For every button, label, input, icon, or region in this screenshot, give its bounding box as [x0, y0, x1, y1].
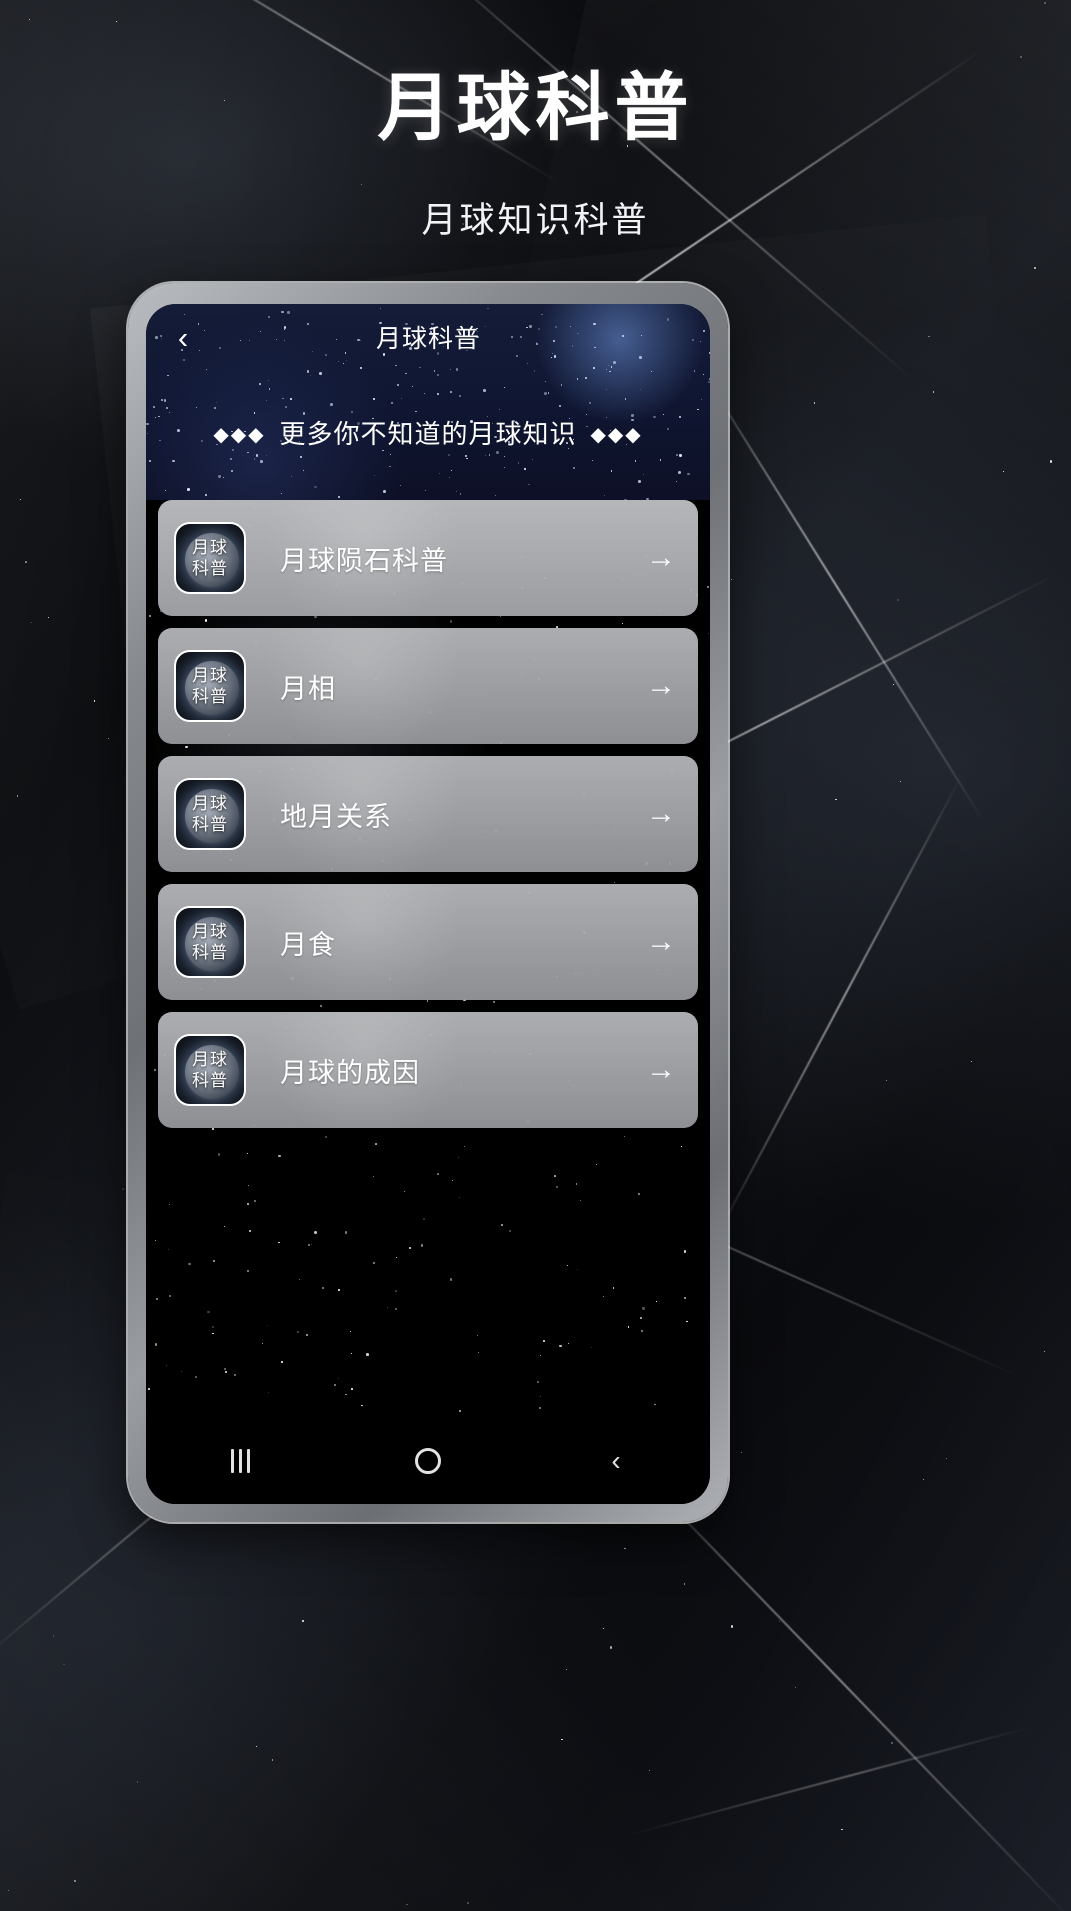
list-item-label: 月相	[280, 673, 336, 704]
back-icon[interactable]: ‹	[166, 320, 200, 354]
badge-line-1: 月球	[192, 922, 228, 941]
list-item-label: 地月关系	[280, 801, 392, 832]
phone-mockup: ‹ 月球科普 ◆◆◆ 更多你不知道的月球知识 ◆◆◆ 月球 科普 月球陨石科普 …	[128, 283, 728, 1522]
system-back-button[interactable]: ‹	[578, 1435, 654, 1487]
recents-button[interactable]	[202, 1435, 278, 1487]
badge-line-1: 月球	[192, 1050, 228, 1069]
topic-list: 月球 科普 月球陨石科普 → 月球 科普 月相 → 月球 科普 地月关系 → 月…	[146, 500, 710, 1128]
moon-badge-icon: 月球 科普	[174, 906, 246, 978]
moon-badge-icon: 月球 科普	[174, 778, 246, 850]
arrow-right-icon: →	[646, 925, 676, 958]
page-title: 月球科普	[377, 66, 694, 149]
app-body: 月球 科普 月球陨石科普 → 月球 科普 月相 → 月球 科普 地月关系 → 月…	[146, 500, 710, 1504]
badge-line-2: 科普	[192, 559, 228, 578]
diamond-icon-left: ◆◆◆	[213, 424, 266, 446]
phone-screen: ‹ 月球科普 ◆◆◆ 更多你不知道的月球知识 ◆◆◆ 月球 科普 月球陨石科普 …	[146, 304, 710, 1504]
android-navigation-bar: ‹	[146, 1418, 710, 1504]
app-hero: ‹ 月球科普 ◆◆◆ 更多你不知道的月球知识 ◆◆◆	[146, 304, 710, 500]
badge-line-2: 科普	[192, 1071, 228, 1090]
badge-line-2: 科普	[192, 815, 228, 834]
list-item[interactable]: 月球 科普 月相 →	[158, 628, 698, 744]
list-item-label: 月球陨石科普	[280, 545, 448, 576]
list-item[interactable]: 月球 科普 月球陨石科普 →	[158, 500, 698, 616]
recents-icon	[230, 1449, 250, 1473]
list-item-label: 月食	[280, 929, 336, 960]
list-item-label: 月球的成因	[280, 1057, 420, 1088]
arrow-right-icon: →	[646, 1053, 676, 1086]
home-button[interactable]	[390, 1435, 466, 1487]
arrow-right-icon: →	[646, 541, 676, 574]
home-icon	[415, 1448, 441, 1474]
diamond-icon-right: ◆◆◆	[590, 424, 643, 446]
light-streak	[626, 1725, 1034, 1836]
page-subtitle: 月球知识科普	[421, 201, 650, 240]
list-item[interactable]: 月球 科普 地月关系 →	[158, 756, 698, 872]
poster-background: 月球科普 月球知识科普 ‹ 月球科普 ◆◆◆ 更多你不知道的月球知识 ◆◆◆ 月…	[0, 0, 1071, 1911]
badge-line-1: 月球	[192, 794, 228, 813]
list-item[interactable]: 月球 科普 月食 →	[158, 884, 698, 1000]
moon-badge-icon: 月球 科普	[174, 1034, 246, 1106]
moon-badge-icon: 月球 科普	[174, 522, 246, 594]
app-header: ‹ 月球科普	[146, 304, 710, 370]
back-chevron-icon: ‹	[611, 1445, 621, 1476]
app-title: 月球科普	[375, 325, 480, 353]
badge-line-1: 月球	[192, 538, 228, 557]
list-item[interactable]: 月球 科普 月球的成因 →	[158, 1012, 698, 1128]
badge-line-1: 月球	[192, 666, 228, 685]
hero-banner: ◆◆◆ 更多你不知道的月球知识 ◆◆◆	[146, 414, 710, 451]
arrow-right-icon: →	[646, 797, 676, 830]
badge-line-2: 科普	[192, 943, 228, 962]
arrow-right-icon: →	[646, 669, 676, 702]
moon-badge-icon: 月球 科普	[174, 650, 246, 722]
light-streak	[698, 773, 964, 1269]
badge-line-2: 科普	[192, 687, 228, 706]
hero-banner-text: 更多你不知道的月球知识	[279, 419, 577, 449]
